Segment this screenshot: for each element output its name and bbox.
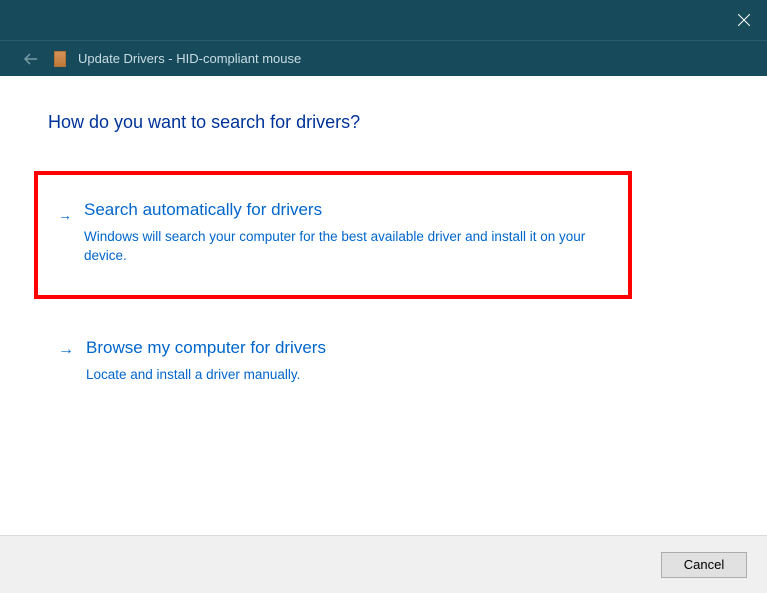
cancel-button[interactable]: Cancel: [661, 552, 747, 578]
close-button[interactable]: [721, 0, 767, 40]
close-icon: [738, 14, 750, 26]
titlebar: [0, 0, 767, 40]
option-body: Browse my computer for drivers Locate an…: [86, 337, 626, 384]
question-heading: How do you want to search for drivers?: [48, 112, 719, 133]
option-title: Browse my computer for drivers: [86, 337, 626, 359]
option-body: Search automatically for drivers Windows…: [84, 199, 608, 265]
option-title: Search automatically for drivers: [84, 199, 608, 221]
back-arrow-icon: [24, 53, 38, 65]
back-button[interactable]: [24, 52, 38, 66]
content-area: How do you want to search for drivers? →…: [0, 76, 767, 402]
option-description: Locate and install a driver manually.: [86, 365, 626, 384]
option-description: Windows will search your computer for th…: [84, 227, 608, 265]
device-icon: [54, 51, 66, 67]
footer-bar: Cancel: [0, 535, 767, 593]
arrow-right-icon: →: [58, 338, 74, 362]
option-browse-computer[interactable]: → Browse my computer for drivers Locate …: [48, 321, 646, 402]
arrow-right-icon: →: [58, 203, 72, 227]
option-search-automatically[interactable]: → Search automatically for drivers Windo…: [34, 171, 632, 299]
header-bar: Update Drivers - HID-compliant mouse: [0, 40, 767, 76]
header-title: Update Drivers - HID-compliant mouse: [78, 51, 301, 66]
